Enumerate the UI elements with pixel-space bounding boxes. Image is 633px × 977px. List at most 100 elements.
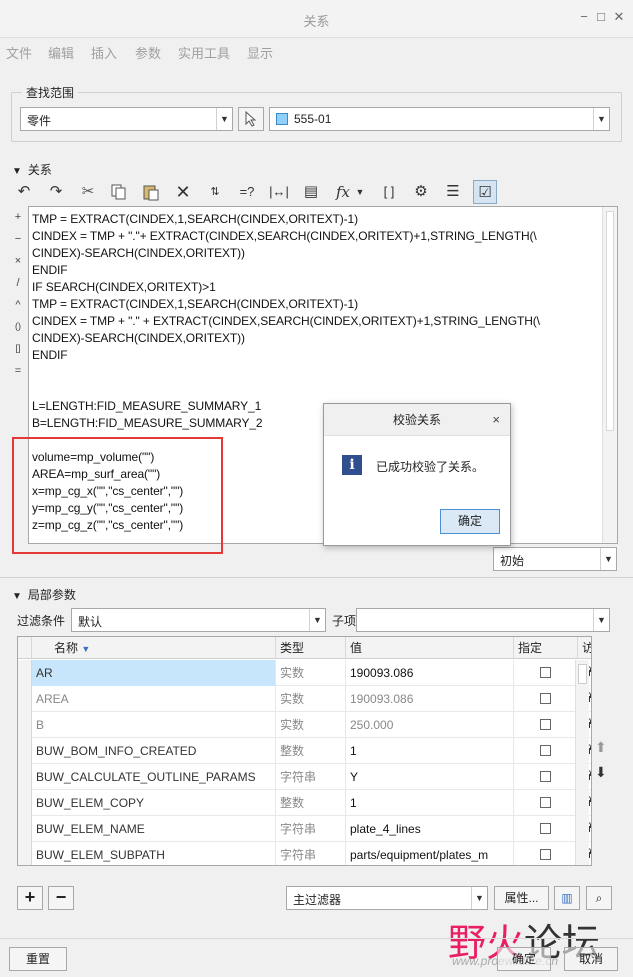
col-value-header[interactable]: 值 <box>346 637 514 659</box>
add-param-button[interactable]: + <box>17 886 43 910</box>
reset-button[interactable]: 重置 <box>9 947 67 971</box>
param-type[interactable]: 实数 <box>276 686 346 712</box>
dialog-close-icon[interactable]: × <box>492 412 500 427</box>
designated-checkbox[interactable] <box>540 719 551 730</box>
delete-icon[interactable]: ✕ <box>171 180 195 204</box>
param-value[interactable]: parts/equipment/plates_m <box>346 842 514 865</box>
filter-combo[interactable]: 默认 ▼ <box>71 608 326 632</box>
row-header[interactable] <box>18 842 32 865</box>
param-value[interactable]: 1 <box>346 738 514 764</box>
evaluate-icon[interactable]: =? <box>235 180 259 204</box>
model-combo[interactable]: 555-01 ▼ <box>269 107 610 131</box>
menu-file[interactable]: 文件 <box>6 43 32 62</box>
table-row[interactable]: BUW_CALCULATE_OUTLINE_PARAMS 字符串 Y <box>18 764 591 790</box>
cut-icon[interactable]: ✂ <box>76 180 100 204</box>
scrollbar-thumb[interactable] <box>578 664 587 684</box>
close-button[interactable]: ✕ <box>612 10 626 24</box>
row-header[interactable] <box>18 660 32 686</box>
main-filter-combo[interactable]: 主过滤器 ▼ <box>286 886 488 910</box>
designated-checkbox[interactable] <box>540 771 551 782</box>
cancel-button[interactable]: 取消 <box>564 947 618 971</box>
param-name[interactable]: AR <box>32 660 276 686</box>
chevron-down-icon[interactable]: ▼ <box>353 180 367 204</box>
move-up-icon[interactable]: ⬆ <box>595 739 607 756</box>
col-type-header[interactable]: 类型 <box>276 637 346 659</box>
row-header[interactable] <box>18 764 32 790</box>
table-row[interactable]: BUW_ELEM_NAME 字符串 plate_4_lines <box>18 816 591 842</box>
param-value[interactable]: 190093.086 <box>346 660 514 686</box>
designated-checkbox[interactable] <box>540 849 551 860</box>
col-name-header[interactable]: 名称 ▼ <box>32 637 276 659</box>
maximize-button[interactable]: □ <box>594 10 608 24</box>
param-name[interactable]: B <box>32 712 276 738</box>
param-type[interactable]: 字符串 <box>276 764 346 790</box>
op-multiply[interactable]: × <box>11 255 25 267</box>
designated-checkbox[interactable] <box>540 797 551 808</box>
copy-icon[interactable] <box>107 180 131 204</box>
row-header[interactable] <box>18 790 32 816</box>
op-equals[interactable]: = <box>11 365 25 377</box>
table-row[interactable]: BUW_ELEM_COPY 整数 1 <box>18 790 591 816</box>
param-name[interactable]: BUW_BOM_INFO_CREATED <box>32 738 276 764</box>
param-type[interactable]: 整数 <box>276 738 346 764</box>
row-header[interactable] <box>18 712 32 738</box>
ok-button[interactable]: 确定 <box>497 947 551 971</box>
relations-header[interactable]: ▼ 关系 <box>12 161 52 178</box>
param-value[interactable]: 1 <box>346 790 514 816</box>
child-combo[interactable]: ▼ <box>356 608 610 632</box>
move-down-icon[interactable]: ⬇ <box>595 764 607 781</box>
redo-icon[interactable]: ↷ <box>44 180 68 204</box>
verify-icon[interactable]: ☑ <box>473 180 497 204</box>
menu-insert[interactable]: 插入 <box>91 43 117 62</box>
op-divide[interactable]: / <box>11 277 25 289</box>
units-combo[interactable]: 初始 ▼ <box>493 547 617 571</box>
scope-combo[interactable]: 零件 ▼ <box>20 107 233 131</box>
op-plus[interactable]: + <box>11 211 25 223</box>
measure-icon[interactable]: ▤ <box>299 180 323 204</box>
row-header[interactable] <box>18 686 32 712</box>
param-value[interactable]: 250.000 <box>346 712 514 738</box>
minimize-button[interactable]: − <box>577 10 591 24</box>
param-value[interactable]: plate_4_lines <box>346 816 514 842</box>
op-minus[interactable]: − <box>11 233 25 245</box>
param-name[interactable]: BUW_ELEM_SUBPATH <box>32 842 276 865</box>
list-icon[interactable]: ☰ <box>441 180 465 204</box>
table-row[interactable]: AR 实数 190093.086 <box>18 660 591 686</box>
param-value[interactable]: 190093.086 <box>346 686 514 712</box>
binoculars-icon[interactable]: ⌕ <box>586 886 612 910</box>
param-type[interactable]: 实数 <box>276 660 346 686</box>
table-row[interactable]: BUW_BOM_INFO_CREATED 整数 1 <box>18 738 591 764</box>
op-parens[interactable]: () <box>11 321 25 331</box>
select-pointer-button[interactable] <box>238 107 264 131</box>
menu-edit[interactable]: 编辑 <box>48 43 74 62</box>
designated-checkbox[interactable] <box>540 693 551 704</box>
dialog-ok-button[interactable]: 确定 <box>440 509 500 534</box>
op-brackets[interactable]: [] <box>11 343 25 353</box>
row-header[interactable] <box>18 816 32 842</box>
param-name[interactable]: BUW_ELEM_COPY <box>32 790 276 816</box>
param-name[interactable]: BUW_CALCULATE_OUTLINE_PARAMS <box>32 764 276 790</box>
param-name[interactable]: BUW_ELEM_NAME <box>32 816 276 842</box>
table-row[interactable]: B 实数 250.000 <box>18 712 591 738</box>
units-icon[interactable]: ⚙ <box>409 180 433 204</box>
sort-icon[interactable]: ⇅ <box>203 180 227 204</box>
designated-checkbox[interactable] <box>540 745 551 756</box>
editor-scrollbar[interactable] <box>602 207 617 543</box>
param-type[interactable]: 字符串 <box>276 816 346 842</box>
function-icon[interactable]: fx <box>331 180 355 204</box>
properties-button[interactable]: 属性... <box>494 886 549 910</box>
param-name[interactable]: AREA <box>32 686 276 712</box>
param-type[interactable]: 实数 <box>276 712 346 738</box>
paste-icon[interactable] <box>139 180 163 204</box>
brackets-icon[interactable]: [ ] <box>377 180 401 204</box>
undo-icon[interactable]: ↶ <box>12 180 36 204</box>
columns-icon[interactable]: ▥ <box>554 886 580 910</box>
designated-checkbox[interactable] <box>540 823 551 834</box>
local-params-header[interactable]: ▼ 局部参数 <box>12 586 76 603</box>
row-header[interactable] <box>18 738 32 764</box>
table-row[interactable]: BUW_ELEM_SUBPATH 字符串 parts/equipment/plate… <box>18 842 591 865</box>
param-type[interactable]: 字符串 <box>276 842 346 865</box>
param-value[interactable]: Y <box>346 764 514 790</box>
menu-tools[interactable]: 实用工具 <box>178 43 230 62</box>
scrollbar-thumb[interactable] <box>606 211 614 431</box>
